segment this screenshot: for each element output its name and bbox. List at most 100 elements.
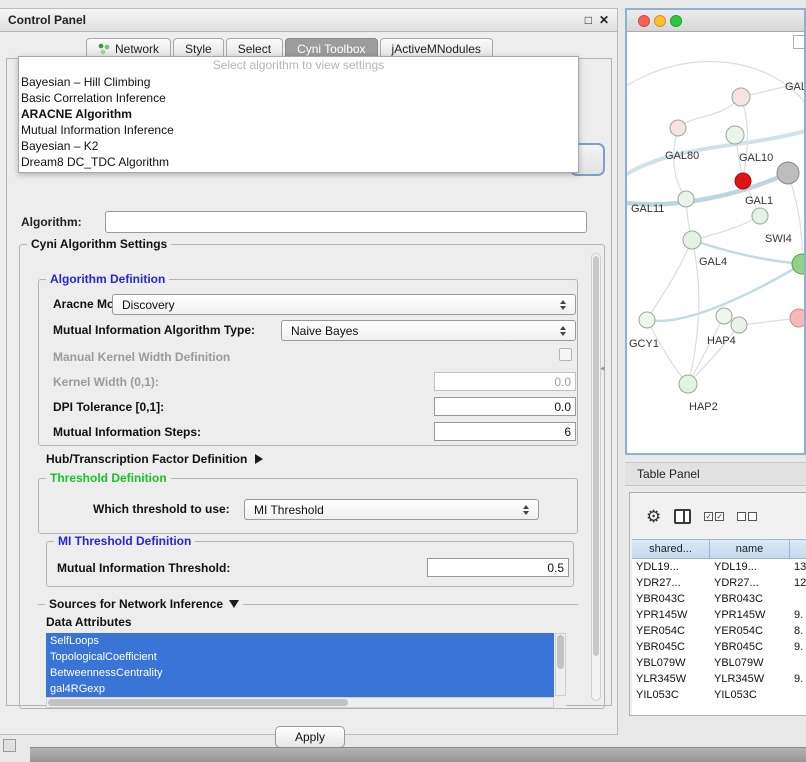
network-node[interactable]	[670, 120, 686, 136]
table-row[interactable]: YDR27...YDR27...12	[632, 575, 806, 591]
network-view-window: GALGAL80GAL10GAL11GAL1SWI4GAL4GCY1HAP4HA…	[625, 8, 806, 455]
node-label: GAL	[785, 81, 804, 93]
zoom-traffic-light[interactable]	[670, 15, 682, 27]
cell: YLR345W	[710, 673, 790, 685]
popup-placeholder[interactable]: Select algorithm to view settings	[19, 57, 578, 74]
manual-kernel-checkbox[interactable]	[559, 348, 572, 361]
network-canvas[interactable]: GALGAL80GAL10GAL11GAL1SWI4GAL4GCY1HAP4HA…	[627, 32, 804, 453]
network-edge	[627, 62, 804, 112]
table-row[interactable]: YBR045CYBR045C9.	[632, 639, 806, 655]
select-all-icon[interactable]: ✓ ✓	[704, 512, 724, 521]
table-row[interactable]: YBL079WYBL079W	[632, 655, 806, 671]
attribute-item[interactable]: BetweennessCentrality	[46, 665, 554, 681]
table-toolbar: ⚙ ✓ ✓	[630, 493, 806, 539]
table-panel: ⚙ ✓ ✓ shared...name YDL19...YDL19...13YD…	[629, 492, 806, 716]
network-node[interactable]	[735, 173, 751, 189]
cell: YBL079W	[632, 657, 710, 669]
table-panel-titlebar: Table Panel	[625, 462, 806, 486]
cell: 12	[790, 577, 806, 589]
table-row[interactable]: YDL19...YDL19...13	[632, 559, 806, 575]
attribute-item[interactable]: gal4RGexp	[46, 681, 554, 697]
close-icon[interactable]: ✕	[599, 13, 609, 27]
mi-threshold-input[interactable]	[427, 558, 569, 577]
algorithm-option[interactable]: Bayesian – Hill Climbing	[19, 74, 578, 90]
unchecked-box-icon	[737, 512, 746, 521]
table-row[interactable]: YER054CYER054C8.	[632, 623, 806, 639]
scrollbar-thumb[interactable]	[593, 256, 599, 656]
mi-type-select[interactable]: Naive Bayes	[281, 320, 576, 341]
which-threshold-value: MI Threshold	[245, 503, 518, 517]
settings-scrollbar[interactable]	[591, 253, 601, 701]
close-traffic-light[interactable]	[638, 15, 650, 27]
algorithm-option[interactable]: ARACNE Algorithm	[19, 106, 578, 122]
network-edge	[688, 325, 739, 384]
columns-icon[interactable]	[674, 509, 691, 524]
list-horizontal-scrollbar[interactable]	[46, 697, 554, 708]
gear-icon[interactable]: ⚙	[646, 508, 661, 525]
network-node[interactable]	[790, 309, 804, 327]
manual-kernel-label: Manual Kernel Width Definition	[53, 350, 230, 364]
attribute-item[interactable]: SelfLoops	[46, 633, 554, 649]
threshold-definition-group: Threshold Definition Which threshold to …	[38, 478, 578, 534]
network-edge	[688, 240, 699, 384]
table-row[interactable]: YIL053CYIL053C	[632, 687, 806, 703]
list-vertical-scrollbar[interactable]	[555, 633, 566, 696]
node-label: GAL1	[745, 195, 773, 207]
network-node[interactable]	[639, 312, 655, 328]
hub-section-toggle[interactable]: Hub/Transcription Factor Definition	[46, 452, 263, 466]
table-row[interactable]: YLR345WYLR345W9.	[632, 671, 806, 687]
cell: YER054C	[632, 625, 710, 637]
cell: YPR145W	[632, 609, 710, 621]
column-header[interactable]: shared...	[632, 540, 710, 558]
cell: YDR27...	[632, 577, 710, 589]
table-row[interactable]: YBR043CYBR043C	[632, 591, 806, 607]
tab-label: Style	[185, 42, 212, 56]
kernel-width-input[interactable]	[434, 372, 576, 391]
data-attributes-list[interactable]: SelfLoopsTopologicalCoefficientBetweenne…	[46, 633, 566, 708]
window-title: Control Panel	[8, 13, 86, 27]
network-node[interactable]	[792, 254, 804, 274]
network-window-titlebar	[627, 10, 804, 32]
cell: YDR27...	[710, 577, 790, 589]
settings-group-title: Cyni Algorithm Settings	[27, 237, 171, 251]
splitter-handle[interactable]: ◂	[600, 363, 605, 374]
which-threshold-select[interactable]: MI Threshold	[244, 499, 539, 520]
tab-label: jActiveMNodules	[392, 42, 481, 56]
network-node[interactable]	[732, 88, 750, 106]
network-node[interactable]	[731, 317, 747, 333]
combo-arrows-icon	[555, 300, 571, 310]
network-node[interactable]	[678, 191, 694, 207]
algorithm-select[interactable]	[105, 211, 587, 233]
network-node[interactable]	[777, 162, 799, 184]
checked-box-icon: ✓	[704, 512, 713, 521]
mi-steps-input[interactable]	[434, 422, 576, 441]
aracne-mode-select[interactable]: Discovery	[112, 294, 576, 315]
mi-steps-label: Mutual Information Steps:	[53, 425, 201, 439]
apply-button[interactable]: Apply	[275, 726, 345, 748]
scrollbar-thumb[interactable]	[557, 635, 564, 669]
mi-type-label: Mutual Information Algorithm Type:	[53, 323, 255, 337]
minimize-icon[interactable]: □	[585, 13, 592, 27]
algorithm-option[interactable]: Bayesian – K2	[19, 138, 578, 154]
algorithm-option[interactable]: Mutual Information Inference	[19, 122, 578, 138]
scrollbar-thumb[interactable]	[48, 699, 348, 706]
table-row[interactable]: YPR145WYPR145W9.	[632, 607, 806, 623]
minimized-panel-icon[interactable]	[3, 739, 16, 752]
network-node[interactable]	[683, 231, 701, 249]
network-node[interactable]	[679, 375, 697, 393]
network-node[interactable]	[726, 126, 744, 144]
column-header[interactable]: name	[710, 540, 790, 558]
minimize-traffic-light[interactable]	[654, 15, 666, 27]
column-header[interactable]	[790, 540, 806, 558]
sources-section: Sources for Network Inference	[38, 604, 578, 605]
deselect-all-icon[interactable]	[737, 512, 757, 521]
combo-arrows-icon	[555, 326, 571, 336]
dpi-tolerance-input[interactable]	[434, 397, 576, 416]
network-node[interactable]	[716, 308, 732, 324]
sources-toggle[interactable]: Sources for Network Inference	[45, 597, 243, 611]
mi-threshold-label: Mutual Information Threshold:	[57, 561, 230, 575]
network-node[interactable]	[752, 208, 768, 224]
attribute-item[interactable]: TopologicalCoefficient	[46, 649, 554, 665]
algorithm-option[interactable]: Dream8 DC_TDC Algorithm	[19, 154, 578, 170]
algorithm-option[interactable]: Basic Correlation Inference	[19, 90, 578, 106]
